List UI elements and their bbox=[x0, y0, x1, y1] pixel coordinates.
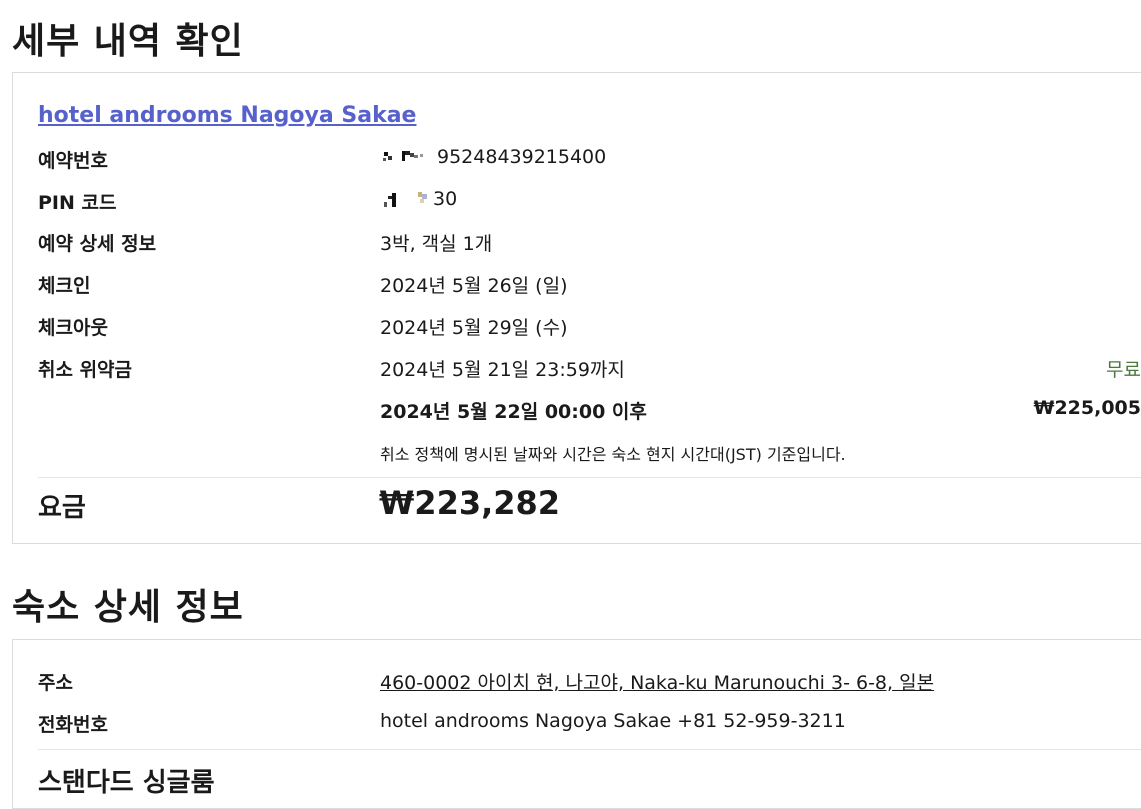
cancellation-timezone-note: 취소 정책에 명시된 날짜와 시간은 숙소 현지 시간대(JST) 기준입니다. bbox=[380, 441, 846, 465]
booking-details-label: 예약 상세 정보 bbox=[38, 229, 156, 256]
booking-number-label: 예약번호 bbox=[38, 146, 108, 173]
booking-number-row: 예약번호 95248439215400 bbox=[38, 146, 1141, 178]
phone-row: 전화번호 hotel androoms Nagoya Sakae +81 52-… bbox=[38, 710, 1141, 742]
masked-digits-icon bbox=[380, 149, 436, 167]
checkout-label: 체크아웃 bbox=[38, 313, 108, 340]
phone-label: 전화번호 bbox=[38, 710, 108, 737]
address-row: 주소 460-0002 아이치 현, 나고야, Naka-ku Marunouc… bbox=[38, 668, 1141, 700]
booking-number-digits: 95248439215400 bbox=[437, 146, 606, 168]
hotel-name-link[interactable]: hotel androoms Nagoya Sakae bbox=[38, 103, 416, 128]
free-cancel-fee: 무료 bbox=[1106, 355, 1141, 382]
checkout-row: 체크아웃 2024년 5월 29일 (수) bbox=[38, 313, 1141, 345]
address-link[interactable]: 460-0002 아이치 현, 나고야, Naka-ku Marunouchi … bbox=[380, 668, 934, 695]
pin-code-value: 30 bbox=[380, 188, 457, 210]
booking-details-row: 예약 상세 정보 3박, 객실 1개 bbox=[38, 229, 1141, 261]
property-details-card: 주소 460-0002 아이치 현, 나고야, Naka-ku Marunouc… bbox=[12, 639, 1141, 809]
paid-cancel-fee: ₩225,005 bbox=[1034, 397, 1141, 419]
checkin-row: 체크인 2024년 5월 26일 (일) bbox=[38, 271, 1141, 303]
booking-number-value: 95248439215400 bbox=[380, 146, 606, 168]
price-label: 요금 bbox=[38, 487, 86, 524]
paid-cancel-start: 2024년 5월 22일 00:00 이후 bbox=[380, 397, 647, 424]
pin-code-row: PIN 코드 30 bbox=[38, 188, 1141, 220]
booking-details-card: hotel androoms Nagoya Sakae 예약번호 9524843… bbox=[12, 72, 1141, 544]
phone-value: hotel androoms Nagoya Sakae +81 52-959-3… bbox=[380, 710, 846, 732]
room-divider bbox=[38, 749, 1141, 750]
price-value: ₩223,282 bbox=[379, 484, 560, 522]
room-name: 스탠다드 싱글룸 bbox=[38, 762, 215, 799]
checkin-value: 2024년 5월 26일 (일) bbox=[380, 271, 567, 298]
cancellation-row-paid: 2024년 5월 22일 00:00 이후 ₩225,005 bbox=[38, 397, 1141, 429]
property-details-title: 숙소 상세 정보 bbox=[12, 578, 244, 630]
cancellation-label: 취소 위약금 bbox=[38, 355, 132, 382]
booking-details-value: 3박, 객실 1개 bbox=[380, 229, 492, 256]
checkout-value: 2024년 5월 29일 (수) bbox=[380, 313, 567, 340]
checkin-label: 체크인 bbox=[38, 271, 90, 298]
pin-code-label: PIN 코드 bbox=[38, 188, 116, 215]
price-divider bbox=[38, 477, 1141, 478]
pin-code-digits: 30 bbox=[433, 188, 457, 210]
masked-pin-icon bbox=[380, 190, 432, 210]
cancellation-row-free: 취소 위약금 2024년 5월 21일 23:59까지 무료 bbox=[38, 355, 1141, 387]
address-label: 주소 bbox=[38, 668, 73, 695]
free-cancel-deadline: 2024년 5월 21일 23:59까지 bbox=[380, 355, 625, 382]
booking-details-title: 세부 내역 확인 bbox=[12, 12, 244, 64]
